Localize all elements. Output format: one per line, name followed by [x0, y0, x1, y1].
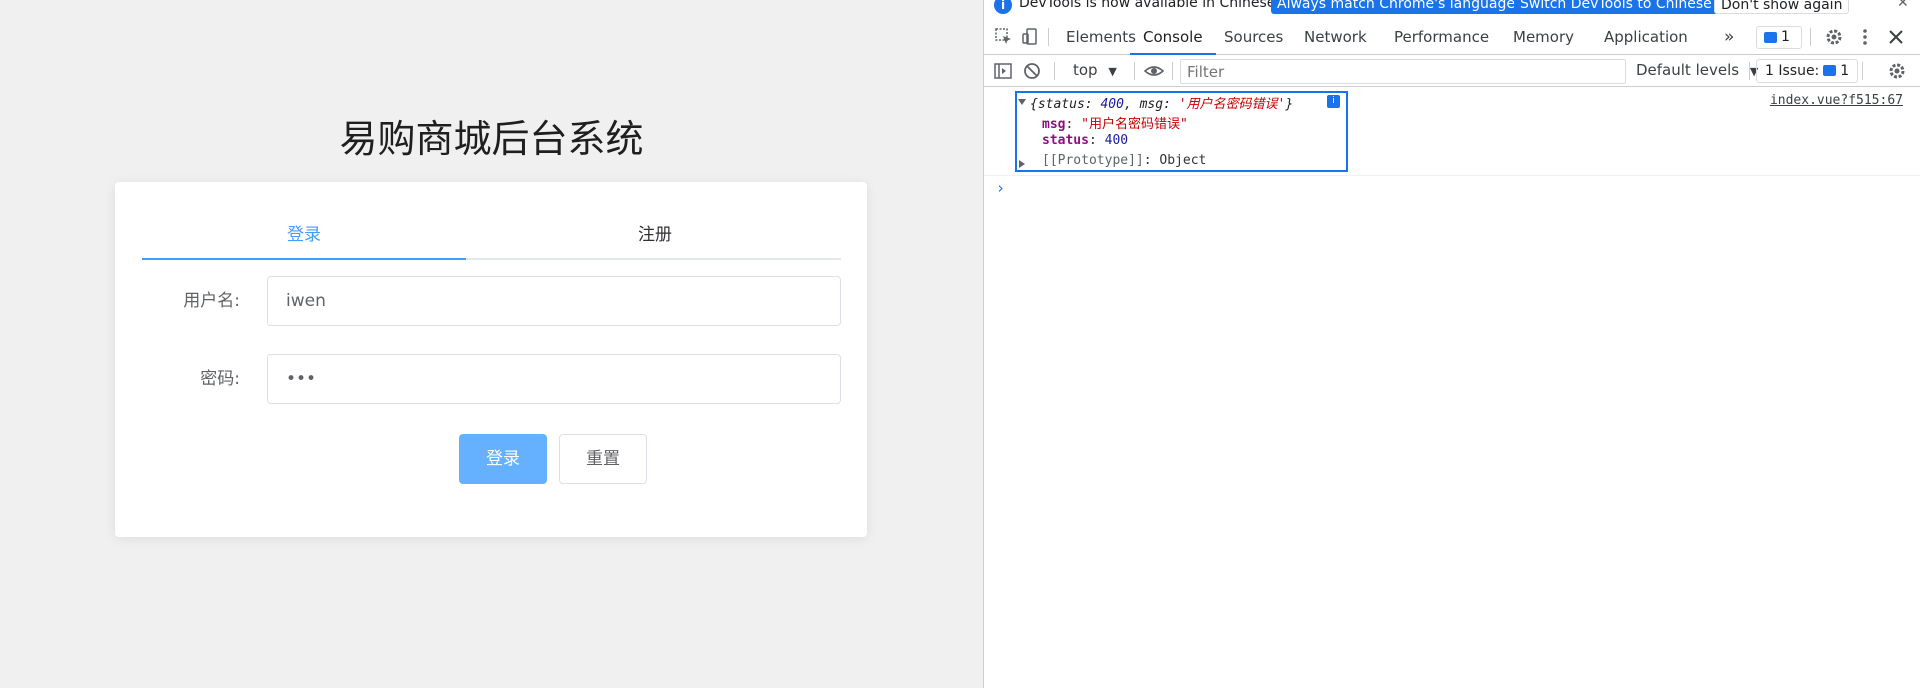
info-badge-icon[interactable]: i — [1327, 95, 1340, 108]
active-tab-indicator — [142, 258, 466, 260]
inspect-element-icon[interactable] — [994, 27, 1014, 47]
divider — [1134, 62, 1135, 80]
clear-console-icon[interactable] — [1022, 61, 1042, 81]
expand-arrow-icon[interactable] — [1018, 99, 1026, 105]
tab-elements[interactable]: Elements — [1066, 20, 1136, 55]
username-input[interactable] — [267, 276, 841, 326]
eye-icon[interactable] — [1144, 61, 1164, 81]
chevron-down-icon: ▼ — [1108, 65, 1117, 78]
console-prompt-icon[interactable]: › — [996, 179, 1005, 197]
gear-icon[interactable] — [1824, 27, 1844, 47]
login-card: 登录 注册 用户名: 密码: 登录 重置 — [115, 182, 867, 537]
close-icon[interactable]: ✕ — [1897, 0, 1909, 11]
more-tabs-icon[interactable]: » — [1724, 20, 1734, 55]
password-input[interactable] — [267, 354, 841, 404]
tab-console[interactable]: Console — [1130, 20, 1216, 55]
infobar-text: DevTools is now available in Chinese! — [1019, 0, 1281, 11]
divider — [1172, 62, 1173, 80]
messages-count: 1 — [1781, 29, 1790, 45]
console-output: {status: 400, msg: '用户名密码错误'} i msg: "用户… — [984, 88, 1920, 688]
tab-login[interactable]: 登录 — [142, 220, 466, 260]
devtools-panel: i DevTools is now available in Chinese! … — [983, 0, 1920, 688]
divider — [1862, 62, 1863, 80]
log-levels-label: Default levels — [1636, 61, 1740, 79]
issues-label: 1 Issue: — [1765, 63, 1820, 79]
message-icon — [1823, 65, 1837, 76]
match-language-button[interactable]: Always match Chrome's language — [1271, 0, 1521, 14]
info-icon: i — [994, 0, 1012, 14]
device-toolbar-icon[interactable] — [1020, 27, 1040, 47]
reset-button[interactable]: 重置 — [559, 434, 647, 484]
switch-language-button[interactable]: Switch DevTools to Chinese — [1514, 0, 1718, 14]
context-value: top — [1073, 61, 1098, 79]
password-label: 密码: — [200, 369, 240, 389]
app-viewport: 易购商城后台系统 登录 注册 用户名: 密码: 登录 重置 — [0, 0, 983, 688]
filter-input[interactable] — [1180, 59, 1626, 84]
source-link[interactable]: index.vue?f515:67 — [1770, 93, 1903, 108]
expand-prototype-icon[interactable] — [1019, 160, 1025, 168]
issues-button[interactable]: 1 Issue: 1 — [1756, 59, 1859, 83]
console-settings-icon[interactable] — [1887, 61, 1907, 81]
console-toolbar: top ▼ Default levels ▼ 1 Issue: 1 — [984, 56, 1920, 87]
tab-network[interactable]: Network — [1304, 20, 1367, 55]
divider — [1810, 28, 1811, 46]
page-title: 易购商城后台系统 — [339, 117, 644, 161]
close-devtools-icon[interactable] — [1886, 27, 1906, 47]
divider — [1048, 28, 1049, 46]
messages-badge-button[interactable]: 1 — [1756, 26, 1802, 49]
divider — [1749, 62, 1750, 80]
auth-tabs: 登录 注册 — [142, 220, 841, 260]
context-selector[interactable]: top ▼ — [1073, 61, 1117, 79]
tab-application[interactable]: Application — [1604, 20, 1688, 55]
object-property-msg: msg: "用户名密码错误" — [1042, 117, 1188, 132]
kebab-menu-icon[interactable] — [1855, 27, 1875, 47]
object-prototype[interactable]: [[Prototype]]: Object — [1042, 153, 1206, 168]
issues-count: 1 — [1840, 63, 1850, 79]
log-entry: {status: 400, msg: '用户名密码错误'} i msg: "用户… — [984, 88, 1920, 176]
tab-sources[interactable]: Sources — [1224, 20, 1283, 55]
object-property-status: status: 400 — [1042, 133, 1129, 148]
tab-memory[interactable]: Memory — [1513, 20, 1574, 55]
login-button[interactable]: 登录 — [459, 434, 547, 484]
message-icon — [1764, 32, 1777, 43]
username-label: 用户名: — [183, 291, 240, 311]
object-summary[interactable]: {status: 400, msg: '用户名密码错误'} — [1030, 93, 1293, 112]
password-row: 密码: — [142, 354, 841, 404]
log-levels-dropdown[interactable]: Default levels ▼ — [1636, 61, 1758, 79]
tab-performance[interactable]: Performance — [1394, 20, 1489, 55]
divider — [1054, 62, 1055, 80]
dont-show-again-button[interactable]: Don't show again — [1714, 0, 1850, 14]
devtools-tabbar: Elements Console Sources Network Perform… — [984, 20, 1920, 55]
username-row: 用户名: — [142, 276, 841, 326]
language-infobar: i DevTools is now available in Chinese! … — [984, 0, 1920, 19]
tab-register[interactable]: 注册 — [493, 220, 817, 260]
sidebar-toggle-icon[interactable] — [993, 61, 1013, 81]
